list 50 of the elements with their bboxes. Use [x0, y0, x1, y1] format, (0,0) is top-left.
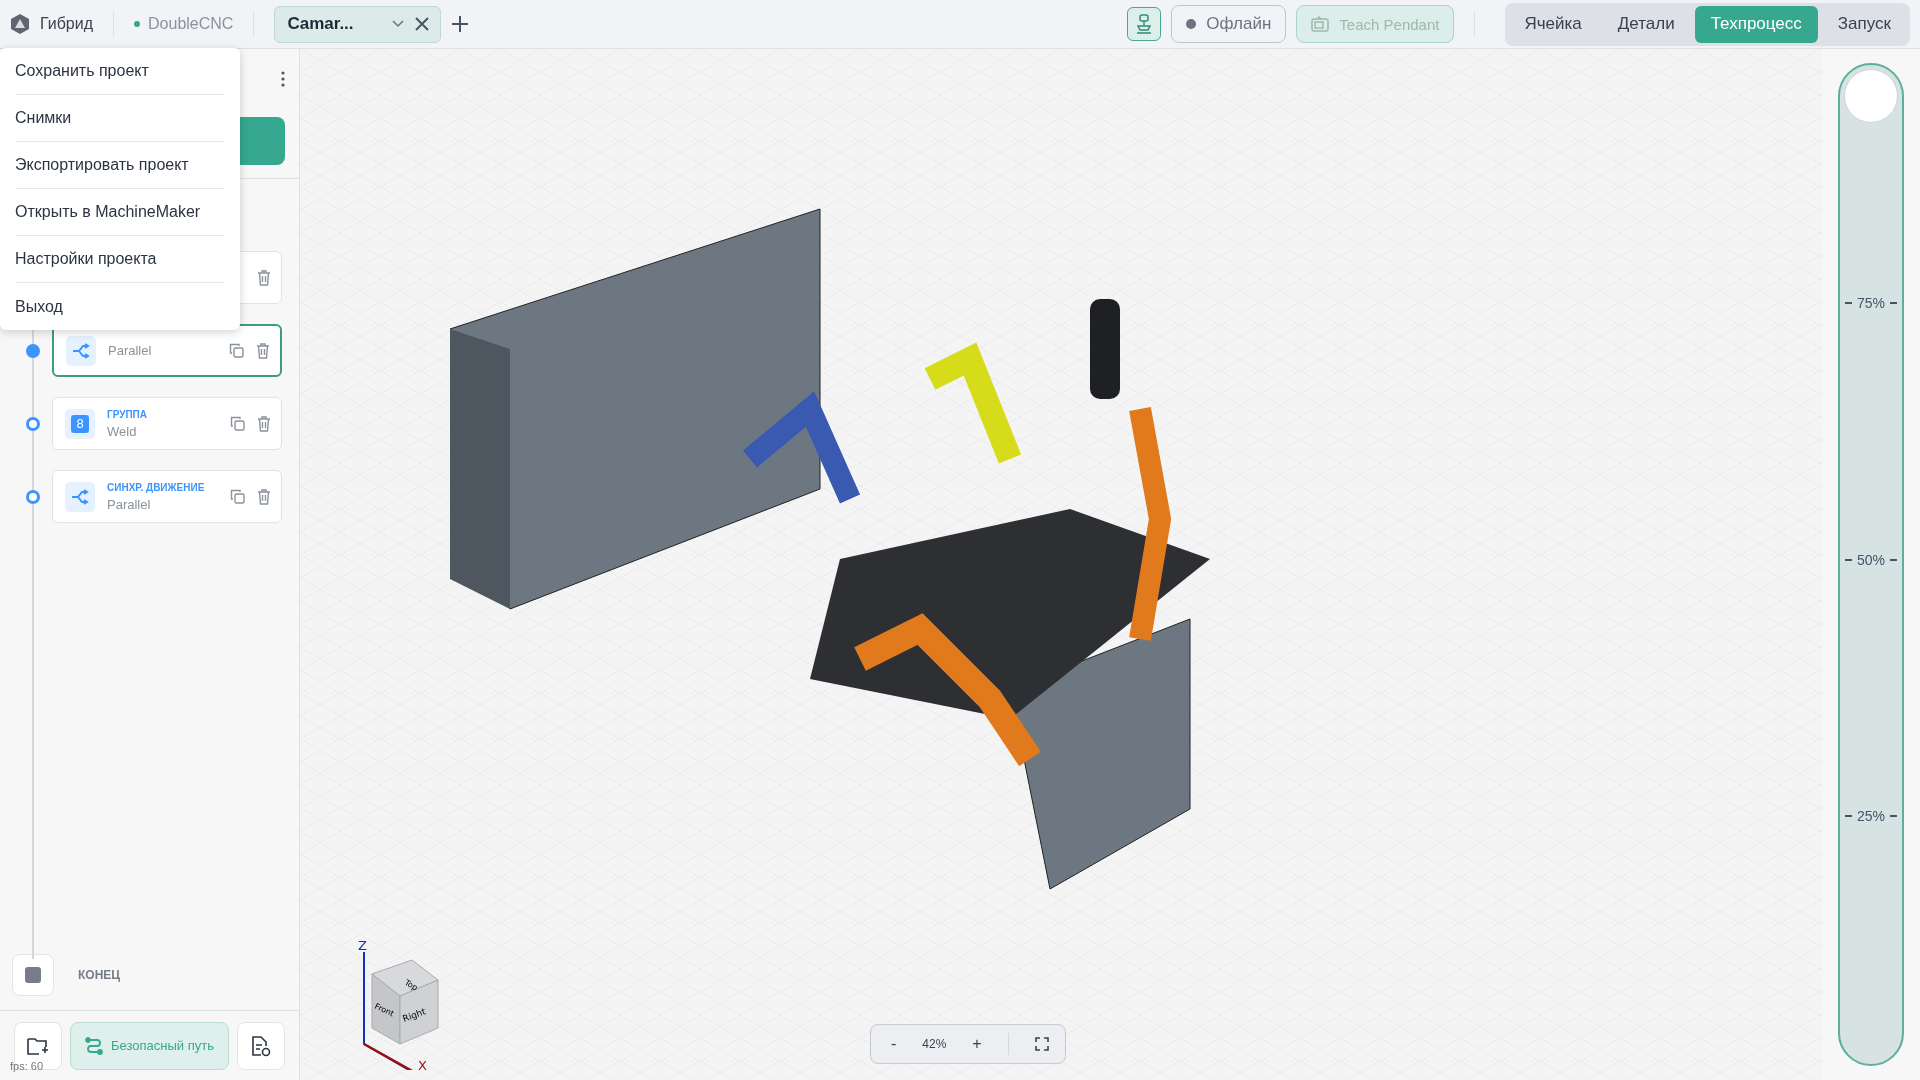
end-step-label: КОНЕЦ — [78, 968, 121, 982]
close-icon[interactable] — [414, 16, 431, 32]
stop-square-icon — [25, 967, 41, 983]
copy-icon[interactable] — [230, 489, 245, 504]
copy-icon[interactable] — [229, 343, 244, 358]
copy-icon[interactable] — [230, 416, 245, 431]
connection-status-button[interactable]: Офлайн — [1171, 5, 1287, 43]
document-refresh-icon — [251, 1034, 271, 1057]
logo-icon — [10, 13, 30, 35]
menu-item[interactable]: Снимки — [15, 95, 225, 142]
project-tab[interactable]: Camar... — [274, 5, 442, 43]
zoom-out-button[interactable]: - — [891, 1035, 897, 1053]
chevron-down-icon[interactable] — [392, 20, 405, 28]
step-type: ГРУППА — [107, 408, 149, 420]
step-name: Parallel — [107, 496, 152, 512]
step-name: Weld — [107, 423, 138, 439]
more-icon[interactable] — [281, 71, 285, 87]
robot-button[interactable] — [1127, 7, 1162, 41]
branch-arrows-icon — [72, 342, 90, 359]
machine-name: DoubleCNC — [148, 15, 234, 33]
slider-tick-label: 50% — [1857, 551, 1885, 568]
step-icon: 8 — [65, 408, 95, 439]
app-name: Гибрид — [40, 15, 94, 33]
menu-item[interactable]: Открыть в MachineMaker — [15, 189, 225, 236]
mode-tab[interactable]: Запуск — [1821, 5, 1907, 43]
trash-icon[interactable] — [257, 415, 271, 432]
step-name: Parallel — [108, 343, 153, 358]
folder-plus-icon — [27, 1035, 49, 1056]
add-icon[interactable] — [451, 15, 470, 33]
trash-icon[interactable] — [256, 342, 270, 359]
document-refresh-button[interactable] — [237, 1021, 285, 1070]
slider-tick-label: 75% — [1857, 295, 1885, 311]
fullscreen-icon[interactable] — [1034, 1037, 1049, 1051]
step-type: СИНХР. ДВИЖЕНИЕ — [107, 481, 206, 493]
mode-tab[interactable]: Детали — [1601, 5, 1691, 43]
zoom-in-button[interactable]: + — [972, 1035, 982, 1053]
mode-tab[interactable]: Ячейка — [1508, 5, 1598, 43]
branch-arrows-icon — [71, 488, 89, 505]
pendant-icon — [1311, 16, 1330, 32]
slider-thumb[interactable] — [1844, 69, 1898, 123]
menu-item[interactable]: Настройки проекта — [15, 236, 225, 283]
fps-counter: fps: 60 — [10, 1060, 44, 1072]
path-icon — [85, 1036, 103, 1055]
slider-tick-label: 25% — [1857, 808, 1885, 824]
menu-item[interactable]: Сохранить проект — [15, 48, 225, 95]
menu-item[interactable]: Экспортировать проект — [15, 142, 225, 189]
speed-slider[interactable]: 75% 50% 25% — [1838, 63, 1904, 1066]
trash-icon[interactable] — [257, 488, 271, 505]
trash-icon[interactable] — [257, 269, 271, 286]
zoom-level: 42% — [922, 1037, 947, 1051]
